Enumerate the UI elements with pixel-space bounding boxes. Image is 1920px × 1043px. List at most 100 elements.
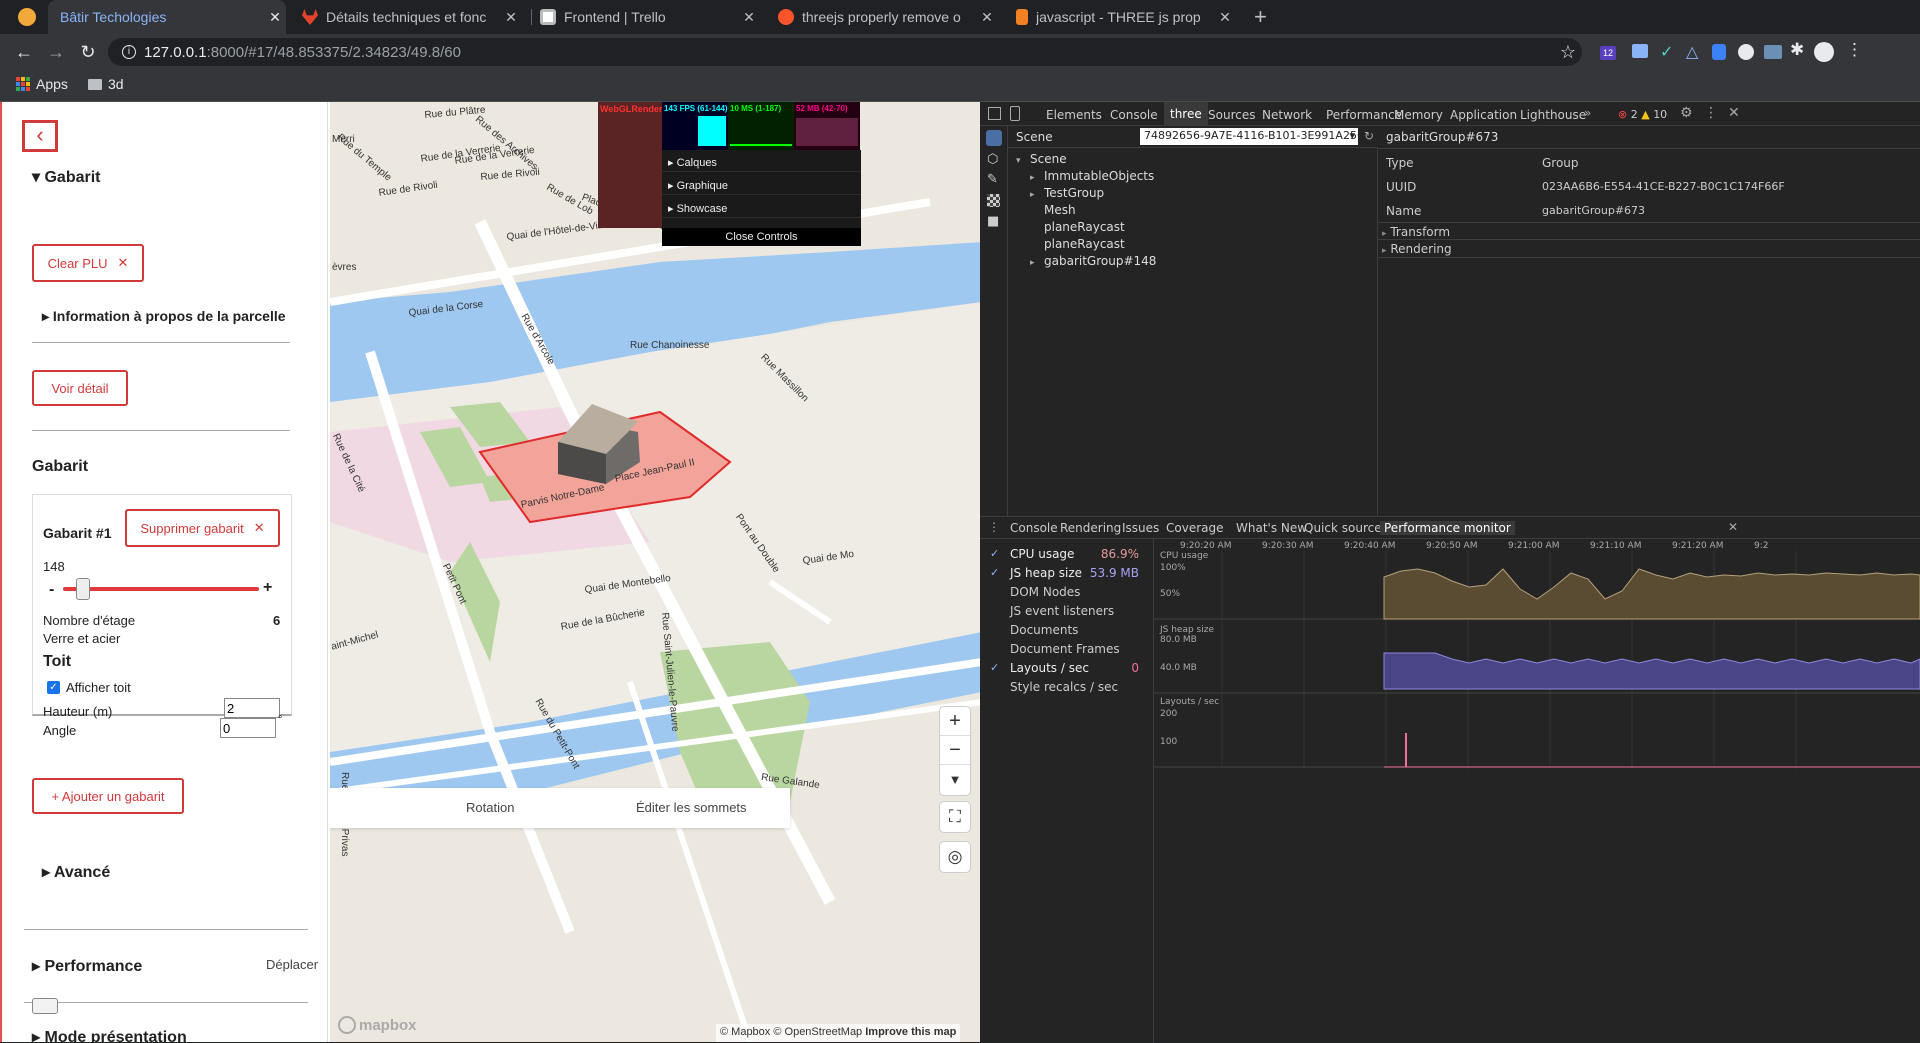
mode-presentation-toggle[interactable]: ▸ Mode présentation (32, 1027, 187, 1042)
avance-toggle[interactable]: ▸ Avancé (42, 862, 110, 882)
ms-panel[interactable]: 10 MS (1-187) (728, 102, 794, 150)
scene-tree-node[interactable]: Mesh (1030, 203, 1076, 217)
attribution-mapbox[interactable]: © Mapbox (720, 1026, 770, 1038)
map-view[interactable]: Rue du Plâtre Rue des Archives Rue du Temp… (330, 102, 982, 1042)
drawer-tab[interactable]: Console (1010, 521, 1058, 535)
back-button[interactable]: ‹ (22, 120, 58, 152)
tab-details[interactable]: Détails techniques et fonc ✕ (290, 0, 522, 34)
extension-icon[interactable]: 12 (1600, 46, 1616, 60)
settings-gear-icon[interactable]: ⚙ (1680, 105, 1693, 121)
address-bar[interactable]: i 127.0.0.1:8000/#17/48.853375/2.34823/4… (108, 38, 1582, 66)
close-icon[interactable]: ✕ (1214, 9, 1236, 26)
forward-icon[interactable]: → (44, 40, 68, 64)
scene-tree-node[interactable]: ▸ TestGroup (1030, 186, 1104, 200)
close-icon[interactable]: ✕ (738, 9, 760, 26)
geolocate-button[interactable]: ◎ (940, 842, 970, 872)
drawer-tab[interactable]: Rendering (1060, 521, 1121, 535)
afficher-toit-checkbox[interactable]: ✓ (47, 681, 60, 694)
gui-folder-showcase[interactable]: ▸ Showcase (662, 196, 861, 218)
perf-metric-4[interactable]: Documents (1010, 623, 1078, 637)
angle-input[interactable] (220, 718, 276, 738)
info-icon[interactable]: i (122, 45, 136, 59)
slider-thumb[interactable] (75, 578, 90, 600)
tab-javascript[interactable]: javascript - THREE js prop ✕ (1004, 0, 1236, 34)
menu-icon[interactable]: ⋮ (1846, 40, 1863, 60)
perf-metric-5[interactable]: Document Frames (1010, 642, 1120, 656)
attribution-osm[interactable]: © OpenStreetMap (773, 1026, 862, 1038)
reload-icon[interactable]: ↻ (76, 40, 100, 64)
puzzle-icon[interactable]: ✱ (1790, 40, 1804, 60)
supprimer-gabarit-button[interactable]: Supprimer gabarit ✕ (125, 509, 280, 547)
devtools-tab-application[interactable]: Application (1450, 108, 1517, 122)
ajouter-gabarit-button[interactable]: + Ajouter un gabarit (32, 778, 184, 814)
check-icon[interactable]: ✓ (990, 566, 999, 579)
devtools-menu-icon[interactable]: ⋮ (1704, 105, 1718, 121)
bookmark-apps[interactable]: Apps (16, 76, 68, 92)
back-icon[interactable]: ← (12, 40, 36, 64)
refresh-icon[interactable]: ↻ (1364, 129, 1374, 143)
renderer-icon[interactable]: ■ (987, 214, 999, 229)
close-icon[interactable]: ✕ (976, 9, 998, 26)
zoom-out-icon[interactable]: − (940, 736, 970, 765)
close-devtools-icon[interactable]: ✕ (1728, 105, 1740, 121)
error-count[interactable]: ⊗ 2 ▲ 10 (1618, 108, 1667, 121)
drawer-tab[interactable]: What's New (1236, 521, 1307, 535)
drawer-tab[interactable]: Quick source (1304, 521, 1382, 535)
inspect-element-icon[interactable] (988, 107, 1001, 120)
profile-icon[interactable] (18, 8, 36, 26)
hauteur-input[interactable] (224, 698, 280, 718)
extension-icon[interactable] (1738, 44, 1754, 60)
bookmark-star-icon[interactable]: ☆ (1556, 40, 1580, 64)
scene-tree-node[interactable]: ▾ Scene (1016, 152, 1067, 166)
devtools-tab-console[interactable]: Console (1110, 108, 1158, 122)
texture-icon[interactable] (987, 194, 1000, 207)
edit-vertices-tab[interactable]: Éditer les sommets (636, 800, 747, 815)
tab-trello[interactable]: Frontend | Trello ✕ (528, 0, 760, 34)
scene-tree-node[interactable]: ▸ gabaritGroup#148 (1030, 254, 1156, 268)
extension-icon[interactable]: △ (1686, 42, 1698, 62)
compass-icon[interactable]: ▼ (940, 765, 970, 794)
scene-tree-node[interactable]: planeRaycast (1030, 237, 1125, 251)
map-canvas[interactable] (330, 102, 982, 1042)
scene-tree-node[interactable]: planeRaycast (1030, 220, 1125, 234)
more-tabs-icon[interactable]: » (1584, 106, 1591, 120)
fullscreen-button[interactable]: ⛶ (940, 802, 970, 832)
devtools-tab-elements[interactable]: Elements (1046, 108, 1102, 122)
scene-tree-node[interactable]: ▸ ImmutableObjects (1030, 169, 1154, 183)
extension-icon[interactable] (1764, 45, 1782, 59)
tab-threejs[interactable]: threejs properly remove o ✕ (766, 0, 998, 34)
afficher-toit-row[interactable]: ✓ Afficher toit (47, 680, 131, 695)
deplacer-link[interactable]: Déplacer (266, 957, 318, 972)
close-icon[interactable]: ✕ (500, 9, 522, 26)
close-drawer-icon[interactable]: ✕ (1728, 520, 1738, 534)
drawer-menu-icon[interactable]: ⋮ (988, 520, 1000, 534)
info-parcelle-toggle[interactable]: ▸ Information à propos de la parcelle (42, 308, 286, 325)
improve-map-link[interactable]: Improve this map (865, 1026, 956, 1038)
devtools-tab-sources[interactable]: Sources (1208, 108, 1255, 122)
gui-folder-calques[interactable]: ▸ Calques (662, 150, 861, 172)
extension-icon[interactable]: ✓ (1660, 42, 1673, 62)
close-icon[interactable]: ✕ (264, 9, 286, 26)
check-icon[interactable]: ✓ (990, 547, 999, 560)
new-tab-icon[interactable]: + (1254, 4, 1267, 30)
account-icon[interactable] (1814, 42, 1834, 62)
gabarit-collapsible[interactable]: ▾ Gabarit (32, 167, 101, 187)
devtools-tab-network[interactable]: Network (1262, 108, 1312, 122)
mb-panel[interactable]: 52 MB (42-70) (794, 102, 860, 150)
perf-metric-7[interactable]: Style recalcs / sec (1010, 680, 1118, 694)
check-icon[interactable]: ✓ (990, 661, 999, 674)
extension-icon[interactable] (1712, 44, 1726, 60)
fps-panel[interactable]: 143 FPS (61-144) (662, 102, 728, 150)
perf-metric-2[interactable]: DOM Nodes (1010, 585, 1080, 599)
rendering-section[interactable]: ▸ Rendering (1378, 240, 1920, 258)
scene-select[interactable]: 74892656-9A7E-4116-B101-3E991A256702▾ (1140, 128, 1358, 145)
extension-icon[interactable] (1632, 44, 1648, 58)
clear-plu-button[interactable]: Clear PLU ✕ (32, 244, 144, 282)
rotation-tab[interactable]: Rotation (466, 800, 514, 815)
geometry-icon[interactable]: ⬡ (987, 152, 998, 167)
drawer-tab[interactable]: Performance monitor (1380, 521, 1515, 535)
performance-toggle[interactable]: ▸ Performance (32, 956, 142, 976)
keyboard-icon[interactable] (32, 998, 58, 1014)
device-toolbar-icon[interactable] (1010, 106, 1020, 121)
tab-batir[interactable]: Bâtir Techologies ✕ (48, 0, 286, 34)
